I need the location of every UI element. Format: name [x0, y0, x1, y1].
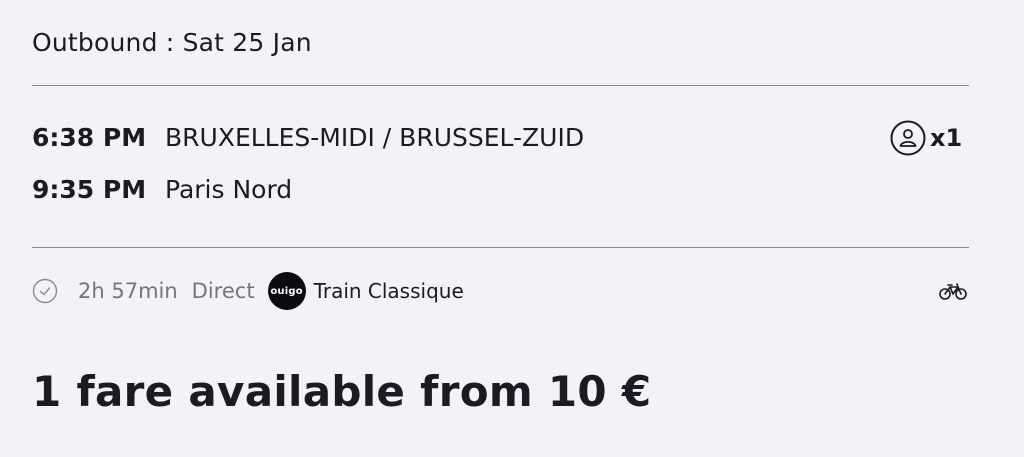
journey-card[interactable]: Outbound : Sat 25 Jan 6:38 PM BRUXELLES-… [0, 0, 1024, 457]
connection-type: Direct [191, 279, 255, 303]
outbound-date-title: Outbound : Sat 25 Jan [32, 28, 312, 57]
departure-station: BRUXELLES-MIDI / BRUSSEL-ZUID [165, 123, 585, 152]
journey-duration: 2h 57min [78, 279, 178, 303]
train-type: Train Classique [313, 279, 464, 303]
arrival-station: Paris Nord [165, 175, 293, 204]
journey-details: 2h 57min Direct ouigo Train Classique [32, 272, 464, 310]
clock-icon [32, 278, 58, 304]
passenger-count-label: x1 [930, 124, 963, 152]
departure-time: 6:38 PM [32, 123, 147, 152]
passenger-count: x1 [890, 120, 962, 156]
arrival-time: 9:35 PM [32, 175, 147, 204]
divider [32, 85, 969, 86]
arrival-row: 9:35 PM Paris Nord [32, 173, 292, 207]
ouigo-logo: ouigo [267, 272, 306, 310]
bicycle-icon [939, 283, 967, 300]
departure-row: 6:38 PM BRUXELLES-MIDI / BRUSSEL-ZUID [32, 121, 584, 155]
fare-summary[interactable]: 1 fare available from 10 € [32, 362, 651, 422]
user-circle-icon [890, 120, 926, 156]
divider [32, 247, 969, 248]
